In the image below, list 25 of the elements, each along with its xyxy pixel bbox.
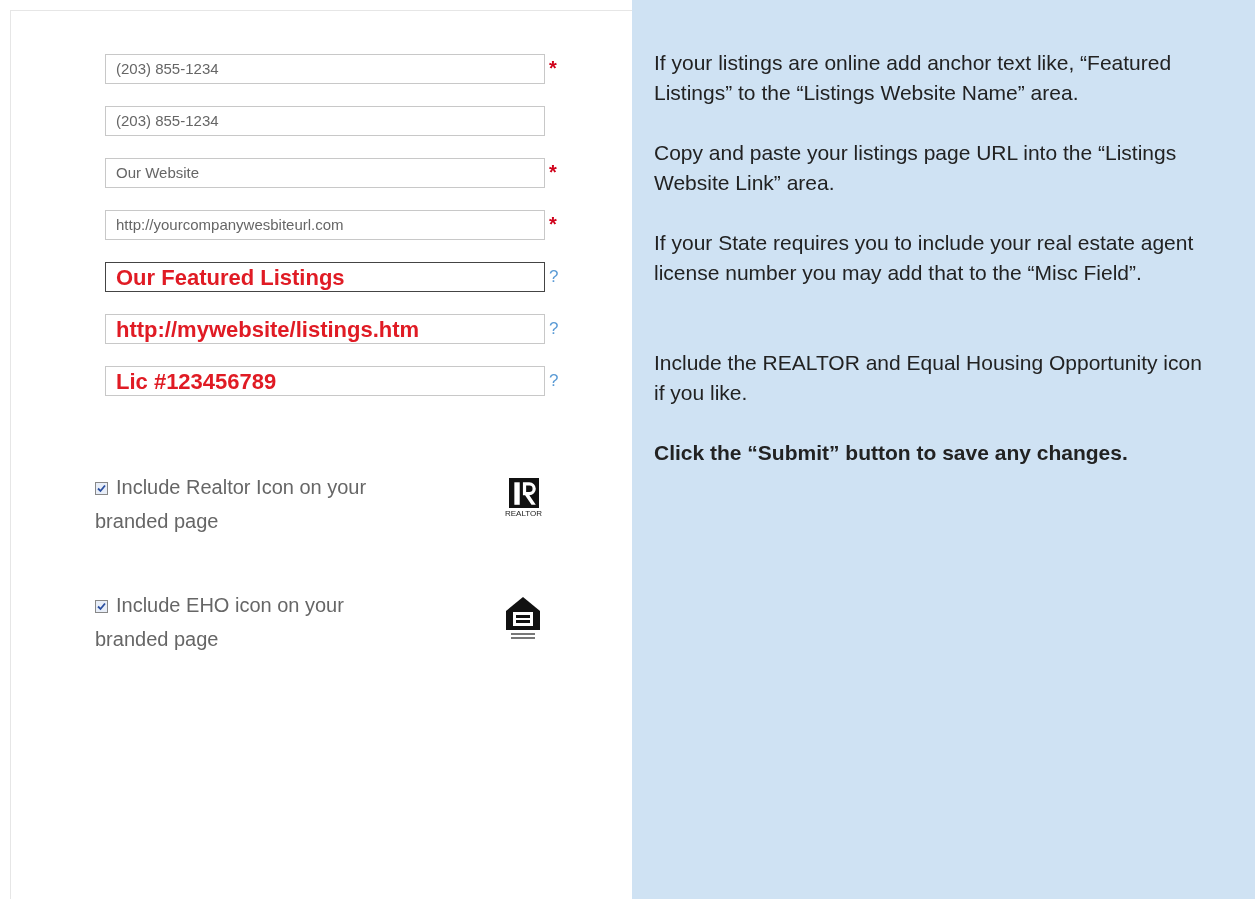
r-block-icon (508, 478, 539, 508)
required-asterisk: * (549, 214, 558, 234)
instruction-paragraph: Include the REALTOR and Equal Housing Opportunity icon if you like. (654, 350, 1203, 406)
checkbox[interactable] (95, 600, 108, 614)
checkbox-option[interactable]: Include EHO icon on your branded page (75, 588, 405, 656)
logo-caption: REALTOR (505, 510, 543, 518)
text-input[interactable]: Our Featured Listings (105, 262, 545, 292)
text-input[interactable]: (203) 855-1234 (105, 106, 545, 136)
house-logo-icon (505, 596, 541, 640)
text-input[interactable]: (203) 855-1234 (105, 54, 545, 84)
help-link[interactable]: ? (549, 316, 565, 342)
checkbox-option[interactable]: Include Realtor Icon on your branded page (75, 470, 405, 538)
instruction-paragraph: If your listings are online add anchor text like, “Featured Listings” to the “Listings Website Name” area. (654, 50, 1173, 106)
instruction-paragraph: Copy and paste your listings page URL into the “Listings Website Link” area. (654, 140, 1178, 196)
help-link[interactable]: ? (549, 368, 565, 394)
instruction-paragraph: If your State requires you to include your real estate agent license number you may add that to the “Misc Field”. (654, 230, 1195, 286)
help-link[interactable]: ? (549, 264, 565, 290)
text-input[interactable]: http://mywebsite/listings.htm (105, 314, 545, 344)
required-asterisk: * (549, 58, 558, 78)
instruction-paragraph: Click the “Submit” button to save any changes. (654, 440, 1129, 466)
required-asterisk: * (549, 162, 558, 182)
checkbox[interactable] (95, 482, 108, 496)
text-input[interactable]: Our Website (105, 158, 545, 188)
text-input[interactable]: http://yourcompanywesbiteurl.com (105, 210, 545, 240)
text-input[interactable]: Lic #123456789 (105, 366, 545, 396)
